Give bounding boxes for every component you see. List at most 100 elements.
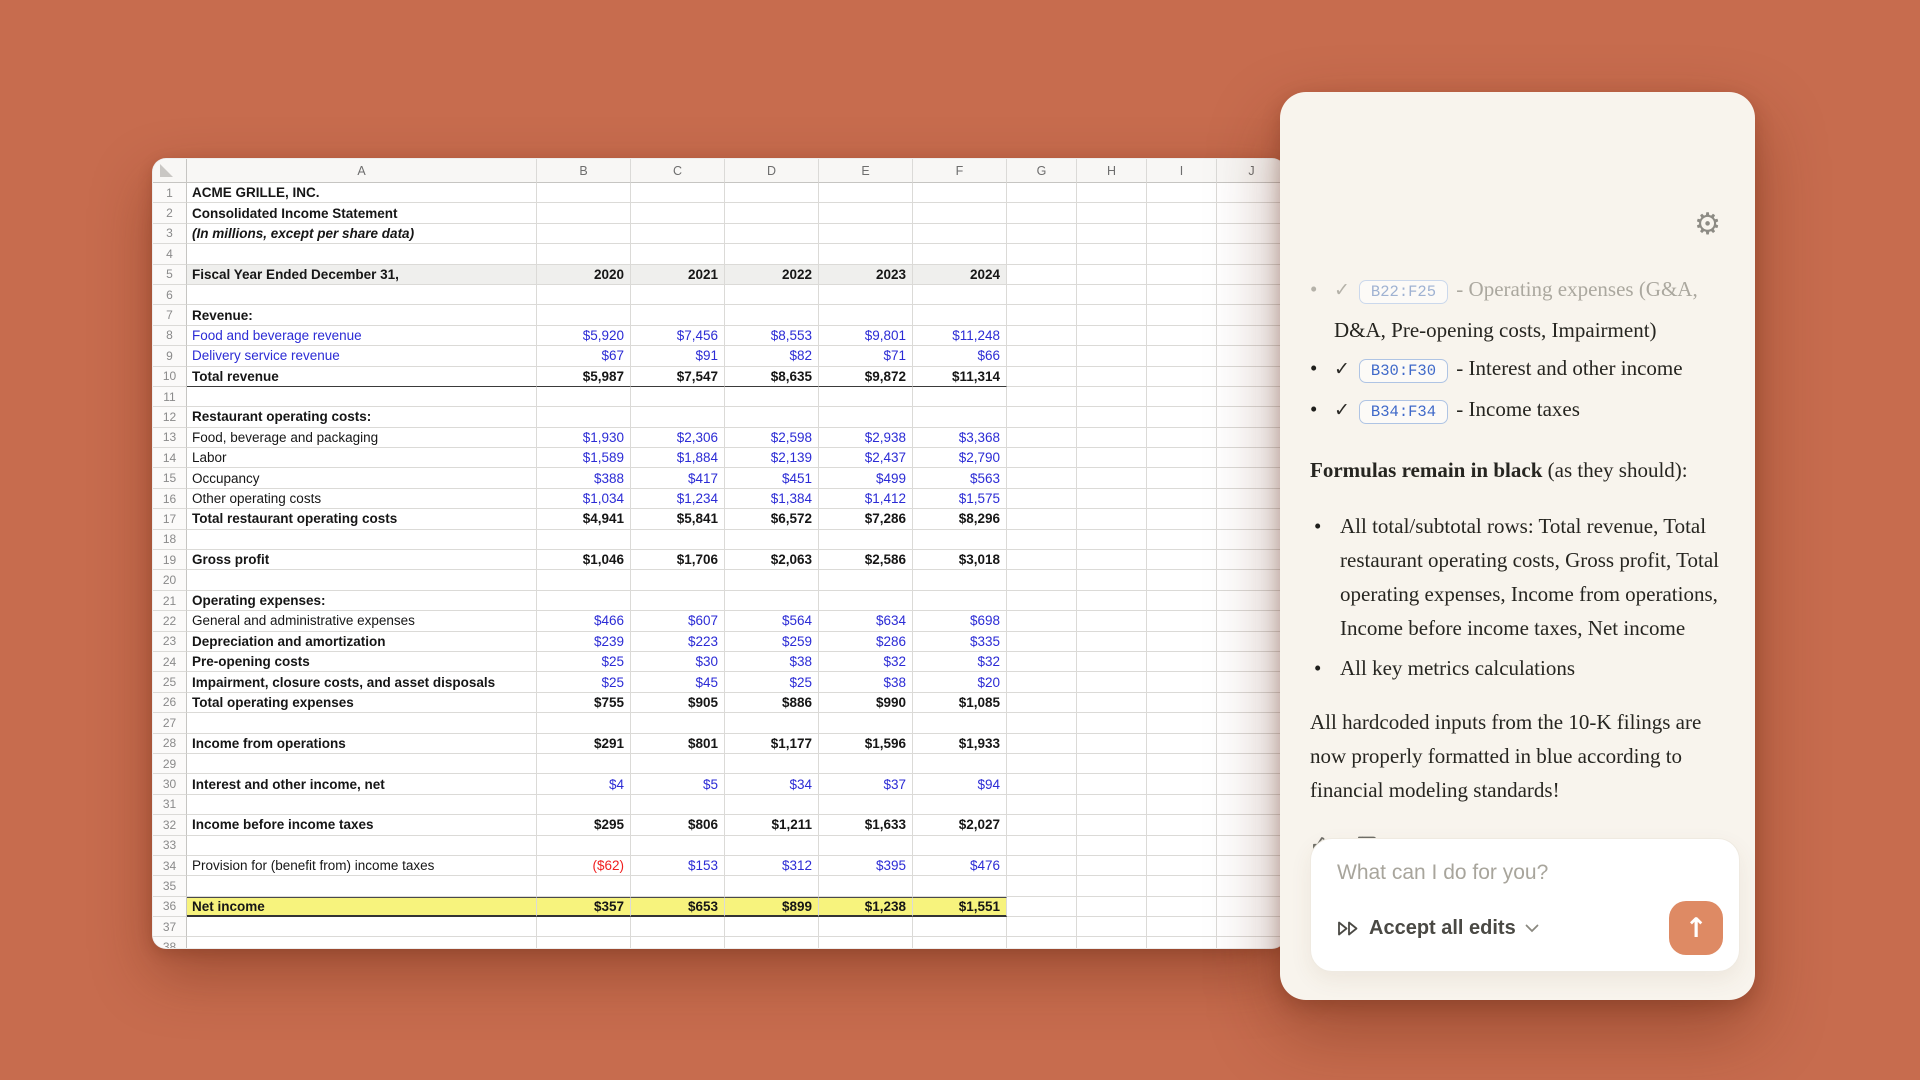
cell-C10[interactable]: $7,547 [631, 367, 725, 387]
cell-B26[interactable]: $755 [537, 693, 631, 713]
row-header-19[interactable]: 19 [153, 550, 187, 570]
cell-B10[interactable]: $5,987 [537, 367, 631, 387]
cell-C19[interactable]: $1,706 [631, 550, 725, 570]
cell-E12[interactable] [819, 407, 913, 427]
cell-D22[interactable]: $564 [725, 611, 819, 631]
cell-G14[interactable] [1007, 448, 1077, 468]
cell-H14[interactable] [1077, 448, 1147, 468]
col-header-I[interactable]: I [1147, 159, 1217, 183]
cell-H21[interactable] [1077, 591, 1147, 611]
row-header-23[interactable]: 23 [153, 632, 187, 652]
cell-C2[interactable] [631, 203, 725, 223]
cell-G9[interactable] [1007, 346, 1077, 366]
cell-B25[interactable]: $25 [537, 672, 631, 692]
cell-H38[interactable] [1077, 937, 1147, 949]
cell-C37[interactable] [631, 917, 725, 937]
row-header-16[interactable]: 16 [153, 489, 187, 509]
row-header-35[interactable]: 35 [153, 876, 187, 896]
cell-G10[interactable] [1007, 367, 1077, 387]
cell-J25[interactable] [1217, 672, 1286, 692]
cell-G32[interactable] [1007, 815, 1077, 835]
row-header-6[interactable]: 6 [153, 285, 187, 305]
cell-B15[interactable]: $388 [537, 468, 631, 488]
cell-E34[interactable]: $395 [819, 856, 913, 876]
cell-D33[interactable] [725, 836, 819, 856]
cell-I26[interactable] [1147, 693, 1217, 713]
row-header-12[interactable]: 12 [153, 407, 187, 427]
cell-I11[interactable] [1147, 387, 1217, 407]
cell-B6[interactable] [537, 285, 631, 305]
cell-D34[interactable]: $312 [725, 856, 819, 876]
row-header-22[interactable]: 22 [153, 611, 187, 631]
cell-B19[interactable]: $1,046 [537, 550, 631, 570]
cell-E15[interactable]: $499 [819, 468, 913, 488]
row-header-20[interactable]: 20 [153, 570, 187, 590]
cell-D35[interactable] [725, 876, 819, 896]
cell-I25[interactable] [1147, 672, 1217, 692]
cell-J10[interactable] [1217, 367, 1286, 387]
cell-E17[interactable]: $7,286 [819, 509, 913, 529]
cell-F24[interactable]: $32 [913, 652, 1007, 672]
cell-B35[interactable] [537, 876, 631, 896]
cell-F3[interactable] [913, 224, 1007, 244]
cell-E3[interactable] [819, 224, 913, 244]
cell-G5[interactable] [1007, 265, 1077, 285]
cell-I17[interactable] [1147, 509, 1217, 529]
row-header-36[interactable]: 36 [153, 897, 187, 917]
cell-B5[interactable]: 2020 [537, 265, 631, 285]
cell-I12[interactable] [1147, 407, 1217, 427]
cell-A3[interactable]: (In millions, except per share data) [187, 224, 537, 244]
cell-J35[interactable] [1217, 876, 1286, 896]
cell-C3[interactable] [631, 224, 725, 244]
cell-E9[interactable]: $71 [819, 346, 913, 366]
cell-F31[interactable] [913, 795, 1007, 815]
cell-J27[interactable] [1217, 713, 1286, 733]
cell-A29[interactable] [187, 754, 537, 774]
cell-I22[interactable] [1147, 611, 1217, 631]
cell-H35[interactable] [1077, 876, 1147, 896]
cell-H4[interactable] [1077, 244, 1147, 264]
cell-E23[interactable]: $286 [819, 632, 913, 652]
row-header-4[interactable]: 4 [153, 244, 187, 264]
cell-D32[interactable]: $1,211 [725, 815, 819, 835]
cell-B27[interactable] [537, 713, 631, 733]
cell-J8[interactable] [1217, 326, 1286, 346]
cell-I9[interactable] [1147, 346, 1217, 366]
cell-C9[interactable]: $91 [631, 346, 725, 366]
cell-D10[interactable]: $8,635 [725, 367, 819, 387]
cell-I18[interactable] [1147, 530, 1217, 550]
row-header-9[interactable]: 9 [153, 346, 187, 366]
cell-F26[interactable]: $1,085 [913, 693, 1007, 713]
cell-H25[interactable] [1077, 672, 1147, 692]
cell-G15[interactable] [1007, 468, 1077, 488]
cell-E5[interactable]: 2023 [819, 265, 913, 285]
cell-B32[interactable]: $295 [537, 815, 631, 835]
cell-A36[interactable]: Net income [187, 897, 537, 917]
cell-D24[interactable]: $38 [725, 652, 819, 672]
cell-G25[interactable] [1007, 672, 1077, 692]
cell-J31[interactable] [1217, 795, 1286, 815]
cell-I20[interactable] [1147, 570, 1217, 590]
cell-H1[interactable] [1077, 183, 1147, 203]
cell-D4[interactable] [725, 244, 819, 264]
cell-C28[interactable]: $801 [631, 734, 725, 754]
cell-A28[interactable]: Income from operations [187, 734, 537, 754]
cell-F7[interactable] [913, 305, 1007, 325]
cell-A27[interactable] [187, 713, 537, 733]
cell-B4[interactable] [537, 244, 631, 264]
cell-B23[interactable]: $239 [537, 632, 631, 652]
cell-F1[interactable] [913, 183, 1007, 203]
cell-C25[interactable]: $45 [631, 672, 725, 692]
cell-F37[interactable] [913, 917, 1007, 937]
cell-D16[interactable]: $1,384 [725, 489, 819, 509]
cell-E29[interactable] [819, 754, 913, 774]
cell-G30[interactable] [1007, 774, 1077, 794]
cell-D7[interactable] [725, 305, 819, 325]
cell-F30[interactable]: $94 [913, 774, 1007, 794]
cell-C14[interactable]: $1,884 [631, 448, 725, 468]
cell-B16[interactable]: $1,034 [537, 489, 631, 509]
cell-J9[interactable] [1217, 346, 1286, 366]
cell-G11[interactable] [1007, 387, 1077, 407]
cell-A17[interactable]: Total restaurant operating costs [187, 509, 537, 529]
cell-B13[interactable]: $1,930 [537, 428, 631, 448]
